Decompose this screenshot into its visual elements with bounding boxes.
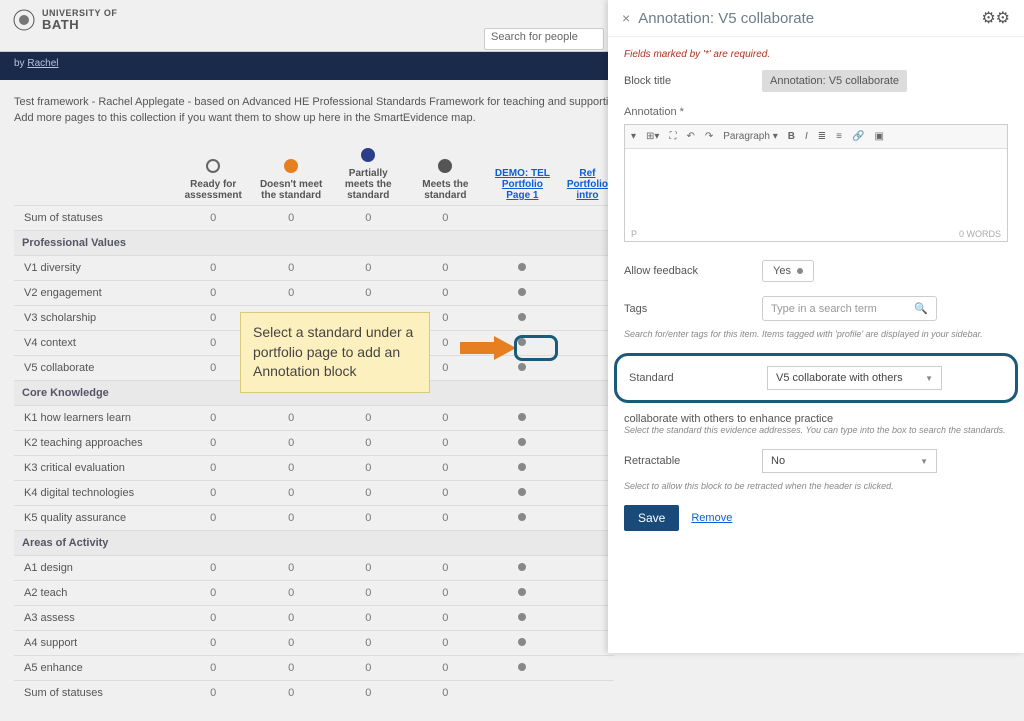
row-label: V4 context — [14, 331, 174, 356]
sum-row: Sum of statuses — [14, 681, 174, 706]
status-dot[interactable] — [484, 406, 561, 431]
editor-path: P — [631, 229, 637, 239]
annotation-label: Annotation * — [624, 106, 1008, 118]
sum-row: Sum of statuses — [14, 206, 174, 231]
annotation-editor[interactable]: ▾ ⊞▾ ⛶ ↶ ↷ Paragraph ▾ B I ≣ ≡ 🔗 ▣ P 0 W… — [624, 124, 1008, 242]
tags-label: Tags — [624, 303, 754, 315]
search-input[interactable]: Search for people — [484, 28, 604, 50]
row-label: V5 collaborate — [14, 356, 174, 381]
table-icon[interactable]: ⊞▾ — [646, 131, 659, 142]
retractable-select[interactable]: No▼ — [762, 449, 937, 473]
legend-col: Partially meets the standard — [330, 144, 407, 206]
row-label: A3 assess — [14, 606, 174, 631]
page-col[interactable]: DEMO: TEL Portfolio Page 1 — [484, 144, 561, 206]
status-dot[interactable] — [484, 281, 561, 306]
standard-helper: Select the standard this evidence addres… — [624, 425, 1008, 435]
status-dot[interactable] — [484, 581, 561, 606]
legend-col: Meets the standard — [407, 144, 484, 206]
legend-col: Ready for assessment — [174, 144, 253, 206]
row-label: V2 engagement — [14, 281, 174, 306]
block-title-input[interactable]: Annotation: V5 collaborate — [762, 70, 907, 92]
logo-bottom-text: BATH — [42, 18, 117, 31]
chevron-down-icon: ▼ — [920, 457, 928, 466]
close-icon[interactable]: × — [622, 10, 630, 26]
panel-title: Annotation: V5 collaborate — [638, 10, 973, 27]
editor-toolbar[interactable]: ▾ ⊞▾ ⛶ ↶ ↷ Paragraph ▾ B I ≣ ≡ 🔗 ▣ — [625, 125, 1007, 149]
target-highlight — [514, 335, 558, 361]
tags-helper: Search for/enter tags for this item. Ite… — [624, 329, 1008, 339]
row-label: K5 quality assurance — [14, 506, 174, 531]
link-icon[interactable]: 🔗 — [852, 131, 864, 142]
word-count: 0 WORDS — [959, 229, 1001, 239]
save-button[interactable]: Save — [624, 505, 679, 531]
status-dot[interactable] — [484, 481, 561, 506]
annotation-panel: × Annotation: V5 collaborate ⚙⚙ Fields m… — [608, 0, 1024, 653]
required-note: Fields marked by '*' are required. — [624, 49, 1008, 60]
format-select[interactable]: Paragraph ▾ — [723, 131, 778, 142]
chevron-down-icon: ▼ — [925, 374, 933, 383]
retractable-helper: Select to allow this block to be retract… — [624, 481, 1008, 491]
standard-highlight: Standard V5 collaborate with others▼ — [614, 353, 1018, 403]
undo-icon[interactable]: ↶ — [686, 131, 694, 142]
number-list-icon[interactable]: ≡ — [836, 131, 842, 142]
row-label: A4 support — [14, 631, 174, 656]
status-dot[interactable] — [484, 506, 561, 531]
row-label: K3 critical evaluation — [14, 456, 174, 481]
standard-description: collaborate with others to enhance pract… — [624, 413, 1008, 425]
row-label: K4 digital technologies — [14, 481, 174, 506]
section-header: Professional Values — [14, 231, 614, 256]
gear-icon[interactable]: ⚙⚙ — [981, 8, 1010, 28]
row-label: K1 how learners learn — [14, 406, 174, 431]
crest-icon — [12, 8, 36, 32]
status-dot[interactable] — [484, 306, 561, 331]
remove-link[interactable]: Remove — [691, 512, 732, 524]
redo-icon[interactable]: ↷ — [705, 131, 713, 142]
tags-input[interactable]: Type in a search term🔍 — [762, 296, 937, 321]
italic-icon[interactable]: I — [805, 131, 808, 142]
status-dot[interactable] — [484, 556, 561, 581]
author-link[interactable]: Rachel — [27, 58, 58, 69]
arrow-icon — [460, 336, 516, 363]
search-icon: 🔍 — [914, 302, 928, 315]
section-header: Areas of Activity — [14, 531, 614, 556]
standard-select[interactable]: V5 collaborate with others▼ — [767, 366, 942, 390]
standard-label: Standard — [629, 372, 759, 384]
legend-col: Doesn't meet the standard — [253, 144, 330, 206]
image-icon[interactable]: ▣ — [874, 131, 883, 142]
status-dot[interactable] — [484, 431, 561, 456]
status-dot[interactable] — [484, 606, 561, 631]
status-dot[interactable] — [484, 456, 561, 481]
bold-icon[interactable]: B — [788, 131, 795, 142]
row-label: A1 design — [14, 556, 174, 581]
allow-feedback-toggle[interactable]: Yes — [762, 260, 814, 282]
status-dot[interactable] — [484, 656, 561, 681]
block-title-label: Block title — [624, 75, 754, 87]
fullscreen-icon[interactable]: ⛶ — [669, 131, 676, 142]
row-label: A5 enhance — [14, 656, 174, 681]
row-label: K2 teaching approaches — [14, 431, 174, 456]
status-dot[interactable] — [484, 631, 561, 656]
retractable-label: Retractable — [624, 455, 754, 467]
row-label: V1 diversity — [14, 256, 174, 281]
color-icon[interactable]: ▾ — [631, 131, 636, 142]
row-label: A2 teach — [14, 581, 174, 606]
bullet-list-icon[interactable]: ≣ — [818, 131, 826, 142]
callout-note: Select a standard under a portfolio page… — [240, 312, 430, 393]
allow-feedback-label: Allow feedback — [624, 265, 754, 277]
status-dot[interactable] — [484, 256, 561, 281]
row-label: V3 scholarship — [14, 306, 174, 331]
page-col[interactable]: Ref Portfolio intro — [561, 144, 614, 206]
